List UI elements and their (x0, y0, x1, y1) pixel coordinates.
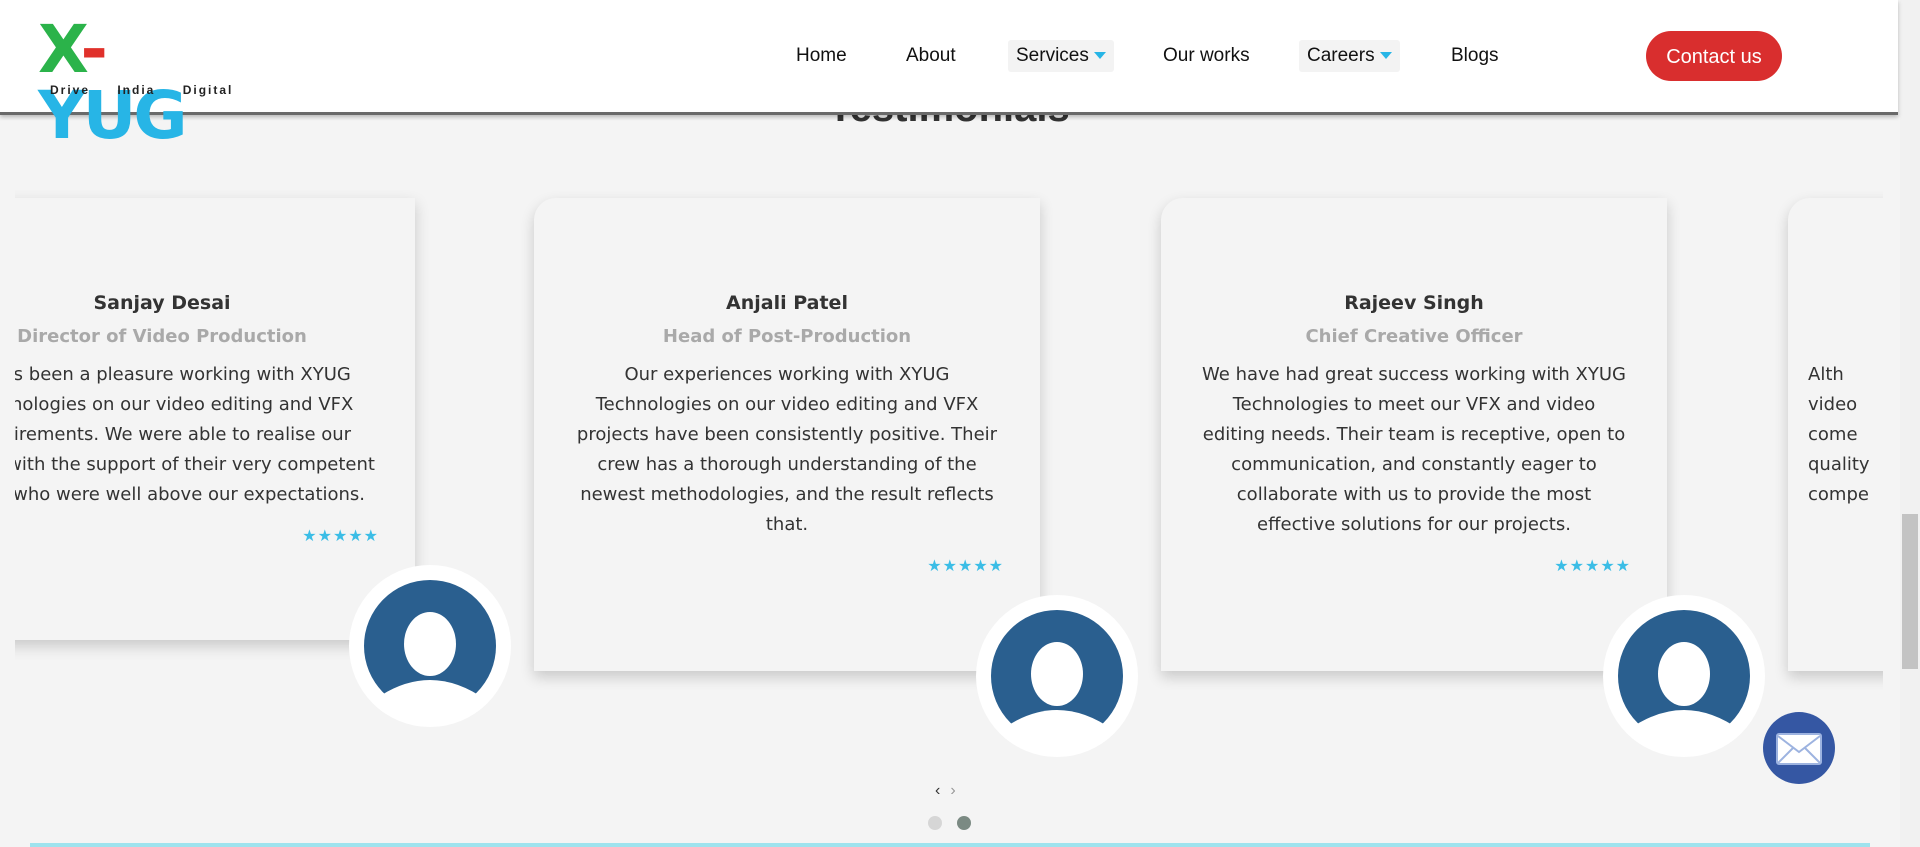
testimonial-name: Rajeev Singh (1344, 292, 1484, 314)
testimonial-text: Alth video come quality compe (1808, 364, 1870, 505)
nav-services[interactable]: Services (1008, 40, 1114, 72)
footer-accent-bar (30, 843, 1870, 847)
mail-icon (1776, 733, 1822, 765)
testimonial-role: Chief Creative Officer (1305, 326, 1523, 347)
nav-services-label: Services (1016, 45, 1089, 66)
testimonial-card: Alth video come quality compe (1788, 198, 1883, 671)
nav-about[interactable]: About (906, 40, 956, 72)
scrollbar-thumb[interactable] (1902, 514, 1918, 669)
testimonial-text: Our experiences working with XYUG Techno… (576, 364, 998, 535)
star-rating: ★★★★★ (1554, 556, 1631, 575)
user-avatar-icon (1618, 610, 1750, 742)
avatar (976, 595, 1138, 757)
nav-careers-label: Careers (1307, 45, 1375, 66)
testimonial-card: Sanjay Desai Director of Video Productio… (15, 198, 415, 640)
testimonial-role: Director of Video Production (17, 326, 307, 347)
testimonial-name: Sanjay Desai (93, 292, 231, 314)
star-rating: ★★★★★ (927, 556, 1004, 575)
testimonial-card: Rajeev Singh Chief Creative Officer We h… (1161, 198, 1667, 671)
mail-button[interactable] (1763, 712, 1835, 784)
user-avatar-icon (364, 580, 496, 712)
carousel-next-button[interactable]: › (950, 782, 955, 799)
testimonial-role: Head of Post-Production (662, 326, 912, 347)
carousel-dot-active[interactable] (957, 816, 971, 830)
carousel-arrows: ‹ › (935, 782, 966, 800)
caret-down-icon (1093, 52, 1106, 60)
carousel-prev-button[interactable]: ‹ (935, 782, 940, 799)
testimonial-text: We have had great success working with X… (1202, 364, 1626, 535)
caret-down-icon (1379, 52, 1392, 60)
nav-careers[interactable]: Careers (1299, 40, 1400, 72)
carousel-dot[interactable] (928, 816, 942, 830)
page-scrollbar[interactable] (1900, 0, 1920, 847)
avatar (1603, 595, 1765, 757)
contact-us-button[interactable]: Contact us (1646, 31, 1782, 81)
testimonial-card: Anjali Patel Head of Post-Production Our… (534, 198, 1040, 671)
star-rating: ★★★★★ (302, 526, 379, 545)
user-avatar-icon (991, 610, 1123, 742)
nav-home[interactable]: Home (796, 40, 847, 72)
logo-tagline: Drive India Digital (50, 83, 234, 97)
testimonial-name: Anjali Patel (726, 292, 848, 314)
testimonials-carousel[interactable]: Sanjay Desai Director of Video Productio… (15, 150, 1883, 780)
nav-our-works[interactable]: Our works (1163, 40, 1250, 72)
nav-blogs[interactable]: Blogs (1451, 40, 1499, 72)
logo[interactable]: X-YUG Drive India Digital (38, 17, 240, 149)
testimonial-text: It has been a pleasure working with XYUG… (15, 364, 375, 505)
avatar (349, 565, 511, 727)
site-header: X-YUG Drive India Digital Home About Ser… (0, 0, 1898, 149)
